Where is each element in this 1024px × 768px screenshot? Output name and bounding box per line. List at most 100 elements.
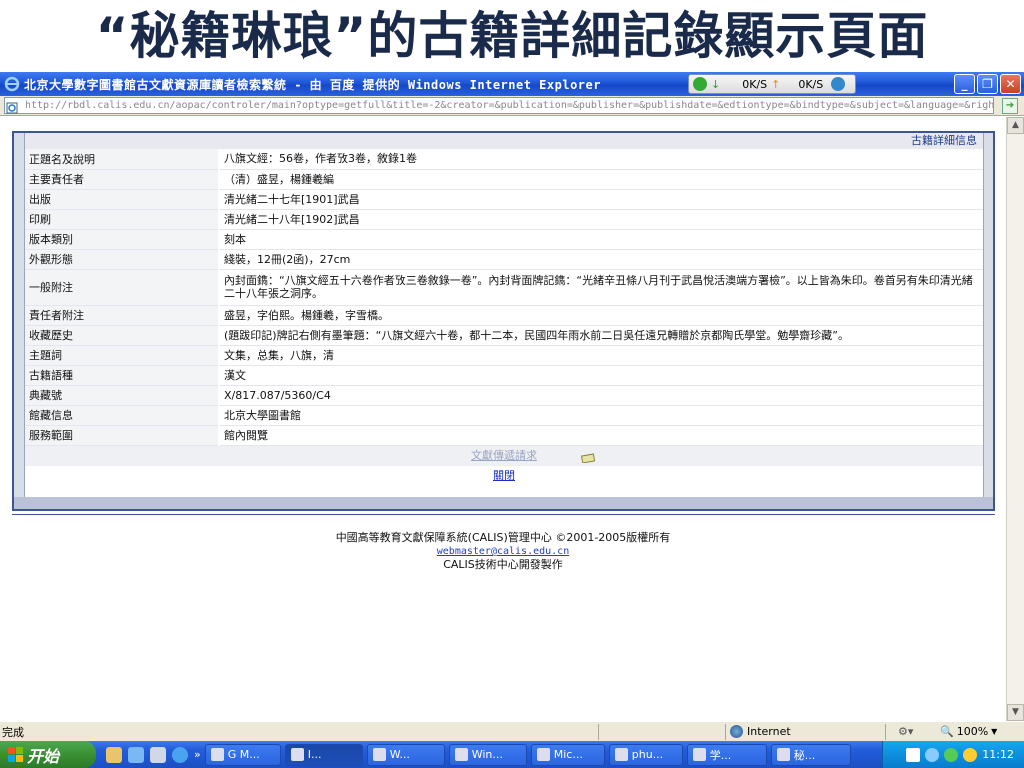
detail-row: 收藏歷史 (題跋印記)牌記右側有墨筆題：“八旗文經六十卷，都十二本，民國四年雨水前…	[25, 325, 983, 346]
detail-row: 館藏信息 北京大學圖書館	[25, 405, 983, 426]
ie-logo-icon	[4, 76, 20, 92]
request-icon[interactable]	[580, 450, 596, 464]
network-icon	[693, 77, 707, 91]
detail-row: 印刷 清光緒二十八年[1902]武昌	[25, 209, 983, 230]
app-icon	[372, 748, 386, 761]
close-window-button[interactable]: ✕	[1000, 74, 1021, 94]
upload-speed: 0K/S	[798, 77, 824, 91]
chevron-down-icon: ▼	[991, 727, 998, 736]
divider	[12, 514, 995, 515]
zoom-icon: 🔍	[940, 725, 954, 738]
app-icon	[692, 748, 706, 761]
app-icon	[454, 748, 468, 761]
more-chevron-icon[interactable]: »	[194, 748, 201, 761]
security-zone: Internet	[730, 725, 791, 738]
scroll-up-arrow-icon[interactable]: ▲	[1007, 117, 1024, 134]
app-icon	[290, 748, 304, 761]
field-value: 北京大學圖書館	[219, 405, 983, 426]
field-value: 清光緒二十七年[1901]武昌	[219, 189, 983, 210]
field-value: 八旗文經：56卷，作者攷3卷，敘錄1卷	[219, 149, 983, 170]
document-delivery-link[interactable]: 文獻傳遞請求	[471, 449, 537, 462]
protected-mode-icon[interactable]: ⚙▾	[898, 725, 913, 738]
messenger-icon[interactable]	[128, 746, 144, 763]
network-tray-icon[interactable]	[944, 747, 959, 762]
globe-icon	[730, 725, 743, 738]
taskbar-button[interactable]: Mic...	[530, 743, 605, 766]
close-link[interactable]: 關閉	[493, 469, 515, 482]
detail-row: 主題詞 文集，总集，八旗，清	[25, 345, 983, 366]
volume-icon[interactable]	[925, 747, 940, 762]
detail-row: 服務範圍 館內閱覽	[25, 425, 983, 446]
detail-row: 責任者附注 盛昱，字伯熙。楊鍾羲，字雪橋。	[25, 305, 983, 326]
system-tray: 11:12	[882, 741, 1024, 768]
download-speed: 0K/S	[742, 77, 768, 91]
taskbar-label: I...	[307, 748, 322, 761]
download-arrow-icon: ↓	[711, 77, 721, 91]
detail-row: 版本類別 刻本	[25, 229, 983, 250]
taskbar-button[interactable]: 学...	[686, 743, 767, 766]
panel-header: 古籍詳細信息	[25, 133, 983, 149]
field-label: 正題名及說明	[25, 149, 220, 170]
detail-row: 外觀形態 綫裝，12冊(2函)，27cm	[25, 249, 983, 270]
media-icon[interactable]	[150, 746, 166, 763]
taskbar-button[interactable]: 秘...	[770, 743, 851, 766]
window-titlebar[interactable]: 北京大學數字圖書館古文獻資源庫讀者檢索繫統 - 由 百度 提供的 Windows…	[0, 72, 1024, 96]
taskbar-button[interactable]: I...	[284, 743, 363, 766]
field-value: 綫裝，12冊(2函)，27cm	[219, 249, 983, 270]
field-value: (題跋印記)牌記右側有墨筆題：“八旗文經六十卷，都十二本，民國四年雨水前二日吳任…	[219, 325, 983, 346]
field-label: 版本類別	[25, 229, 220, 250]
start-label: 开始	[27, 746, 60, 766]
developer-text: CALIS技術中心開發製作	[443, 558, 563, 571]
field-label: 外觀形態	[25, 249, 220, 270]
clock: 11:12	[982, 748, 1014, 761]
field-value: 盛昱，字伯熙。楊鍾羲，字雪橋。	[219, 305, 983, 326]
taskbar-label: 学...	[709, 748, 732, 762]
go-button[interactable]: ➔	[1002, 98, 1018, 114]
page-icon	[6, 99, 18, 114]
taskbar-label: 秘...	[793, 748, 816, 762]
show-desktop-icon[interactable]	[106, 746, 122, 763]
taskbar-button[interactable]: G M...	[204, 743, 281, 766]
url-input[interactable]: http://rbdl.calis.edu.cn/aopac/controler…	[4, 97, 994, 114]
taskbar-button[interactable]: Win...	[448, 743, 527, 766]
address-bar: http://rbdl.calis.edu.cn/aopac/controler…	[0, 96, 1024, 116]
field-value: 刻本	[219, 229, 983, 250]
maximize-button[interactable]: ❐	[977, 74, 998, 94]
taskbar-label: Win...	[471, 748, 503, 761]
minimize-button[interactable]: _	[954, 74, 975, 94]
vertical-scrollbar[interactable]: ▲ ▼	[1006, 117, 1024, 721]
status-text: 完成	[2, 725, 24, 739]
page-content: 古籍詳細信息 正題名及說明 八旗文經：56卷，作者攷3卷，敘錄1卷 主要責任者 （清）…	[0, 117, 1006, 721]
page-footer: 中國高等教育文獻保障系統(CALIS)管理中心 ©2001-2005版權所有 w…	[0, 531, 1006, 571]
zoom-control[interactable]: 🔍 100% ▼	[940, 725, 997, 738]
field-label: 服務範圍	[25, 425, 220, 446]
upload-arrow-icon: ↑	[771, 77, 781, 91]
accelerator-icon[interactable]	[831, 77, 846, 91]
detail-row: 古籍語種 漢文	[25, 365, 983, 386]
detail-table: 正題名及說明 八旗文經：56卷，作者攷3卷，敘錄1卷 主要責任者 （清）盛昱，楊鍾羲編…	[25, 149, 983, 446]
field-value: 文集，总集，八旗，清	[219, 345, 983, 366]
security-tray-icon[interactable]	[963, 747, 978, 762]
status-bar: 完成 Internet ⚙▾ 🔍 100% ▼	[0, 721, 1024, 741]
detail-row: 典藏號 X/817.087/5360/C4	[25, 385, 983, 406]
webmaster-email-link[interactable]: webmaster@calis.edu.cn	[437, 546, 569, 557]
field-label: 出版	[25, 189, 220, 210]
app-icon	[210, 748, 224, 761]
field-label: 印刷	[25, 209, 220, 230]
ie-quick-icon[interactable]	[172, 746, 188, 763]
taskbar-button[interactable]: phu...	[608, 743, 683, 766]
field-label: 館藏信息	[25, 405, 220, 426]
scroll-down-arrow-icon[interactable]: ▼	[1007, 704, 1024, 721]
detail-panel: 古籍詳細信息 正題名及說明 八旗文經：56卷，作者攷3卷，敘錄1卷 主要責任者 （清）…	[12, 131, 995, 511]
windows-logo-icon	[8, 747, 23, 762]
field-value: X/817.087/5360/C4	[219, 385, 983, 406]
start-button[interactable]: 开始	[0, 741, 96, 768]
field-value: （清）盛昱，楊鍾羲編	[219, 169, 983, 190]
app-icon	[614, 748, 628, 761]
field-value: 內封面鐫：“八旗文經五十六卷作者攷三卷敘錄一卷”。內封背面牌記鐫：“光緒辛丑條八…	[219, 269, 983, 306]
taskbar-label: G M...	[227, 748, 260, 761]
zone-label: Internet	[747, 725, 791, 738]
action-row: 文獻傳遞請求	[25, 445, 983, 466]
taskbar-button[interactable]: W...	[366, 743, 445, 766]
help-icon[interactable]	[906, 747, 921, 762]
